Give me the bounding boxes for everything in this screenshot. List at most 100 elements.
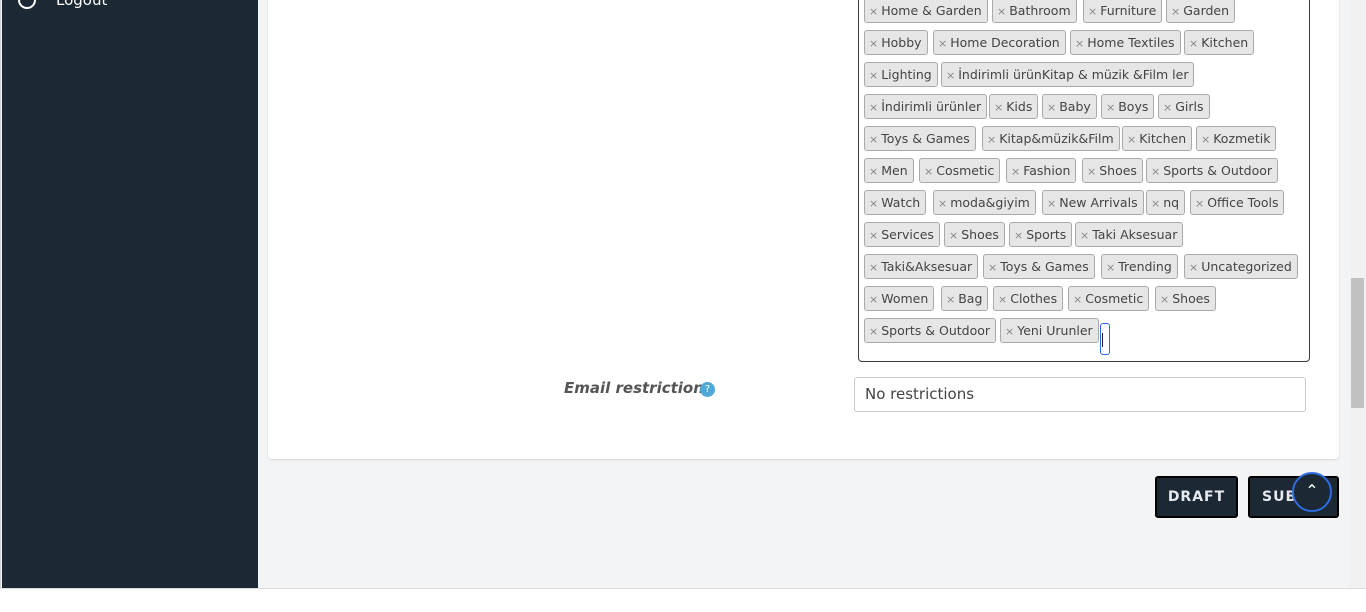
remove-tag-icon[interactable]: × <box>994 101 1003 114</box>
remove-tag-icon[interactable]: × <box>1189 37 1198 50</box>
category-tag[interactable]: × Clothes <box>993 286 1064 311</box>
help-icon[interactable]: ? <box>700 382 715 397</box>
remove-tag-icon[interactable]: × <box>869 325 878 338</box>
category-tag[interactable]: × Home Textiles <box>1070 30 1181 55</box>
category-tag-label: Office Tools <box>1207 195 1279 210</box>
category-tag-label: Shoes <box>1172 291 1210 306</box>
remove-tag-icon[interactable]: × <box>997 5 1006 18</box>
category-tag[interactable]: × Kitchen <box>1184 30 1255 55</box>
category-tag[interactable]: × Lighting <box>864 62 938 87</box>
remove-tag-icon[interactable]: × <box>869 165 878 178</box>
draft-button[interactable]: DRAFT <box>1155 476 1238 518</box>
remove-tag-icon[interactable]: × <box>869 5 878 18</box>
scroll-to-top-button[interactable]: ⌃ <box>1292 472 1332 512</box>
category-tag[interactable]: × Garden <box>1166 0 1236 23</box>
remove-tag-icon[interactable]: × <box>938 37 947 50</box>
category-tag[interactable]: × Watch <box>864 190 927 215</box>
remove-tag-icon[interactable]: × <box>869 197 878 210</box>
remove-tag-icon[interactable]: × <box>987 133 996 146</box>
category-tag[interactable]: × Women <box>864 286 935 311</box>
remove-tag-icon[interactable]: × <box>1005 325 1014 338</box>
remove-tag-icon[interactable]: × <box>1189 261 1198 274</box>
category-tag[interactable]: × Shoes <box>1082 158 1143 183</box>
category-tag[interactable]: × İndirimli ürünKitap & müzik &Film ler <box>941 62 1195 87</box>
category-tag[interactable]: × Girls <box>1158 94 1210 119</box>
category-tag[interactable]: × Taki Aksesuar <box>1075 222 1184 247</box>
category-tag[interactable]: × Home & Garden <box>864 0 988 23</box>
category-tag[interactable]: × Shoes <box>944 222 1005 247</box>
remove-tag-icon[interactable]: × <box>1087 165 1096 178</box>
remove-tag-icon[interactable]: × <box>1151 197 1160 210</box>
category-tag[interactable]: × Sports & Outdoor <box>1146 158 1279 183</box>
sidebar-item-logout[interactable]: Logout <box>18 0 107 12</box>
category-tag[interactable]: × Baby <box>1042 94 1097 119</box>
remove-tag-icon[interactable]: × <box>1106 261 1115 274</box>
category-tag[interactable]: × New Arrivals <box>1042 190 1144 215</box>
category-tag[interactable]: × Uncategorized <box>1184 254 1298 279</box>
category-tag[interactable]: × Furniture <box>1083 0 1163 23</box>
category-tag[interactable]: × Trending <box>1101 254 1178 279</box>
category-tag[interactable]: × İndirimli ürünler <box>864 94 988 119</box>
category-tag-label: Kids <box>1006 99 1033 114</box>
remove-tag-icon[interactable]: × <box>998 293 1007 306</box>
category-tag[interactable]: × Shoes <box>1155 286 1216 311</box>
remove-tag-icon[interactable]: × <box>1160 293 1169 306</box>
category-tag[interactable]: × Cosmetic <box>919 158 1001 183</box>
category-tag[interactable]: × Yeni Urunler <box>1000 318 1099 343</box>
remove-tag-icon[interactable]: × <box>1075 37 1084 50</box>
remove-tag-icon[interactable]: × <box>869 101 878 114</box>
category-tag[interactable]: × Cosmetic <box>1068 286 1150 311</box>
remove-tag-icon[interactable]: × <box>869 293 878 306</box>
remove-tag-icon[interactable]: × <box>1127 133 1136 146</box>
remove-tag-icon[interactable]: × <box>1151 165 1160 178</box>
category-tag[interactable]: × Hobby <box>864 30 928 55</box>
remove-tag-icon[interactable]: × <box>1195 197 1204 210</box>
category-tag[interactable]: × Sports & Outdoor <box>864 318 997 343</box>
category-tag[interactable]: × Kitchen <box>1122 126 1193 151</box>
remove-tag-icon[interactable]: × <box>869 69 878 82</box>
category-tag[interactable]: × Boys <box>1101 94 1155 119</box>
category-tag-label: Bag <box>958 291 983 306</box>
remove-tag-icon[interactable]: × <box>1047 197 1056 210</box>
category-tag-label: Trending <box>1118 259 1172 274</box>
category-tag[interactable]: × Fashion <box>1006 158 1077 183</box>
remove-tag-icon[interactable]: × <box>946 293 955 306</box>
category-tag[interactable]: × Sports <box>1009 222 1073 247</box>
remove-tag-icon[interactable]: × <box>938 197 947 210</box>
email-restrictions-field[interactable]: No restrictions <box>854 377 1306 412</box>
tag-search-input[interactable] <box>1100 323 1110 355</box>
remove-tag-icon[interactable]: × <box>988 261 997 274</box>
remove-tag-icon[interactable]: × <box>949 229 958 242</box>
scrollbar-thumb[interactable] <box>1351 278 1364 408</box>
category-tag[interactable]: × Men <box>864 158 914 183</box>
remove-tag-icon[interactable]: × <box>869 229 878 242</box>
remove-tag-icon[interactable]: × <box>1014 229 1023 242</box>
category-tag[interactable]: × Taki&Aksesuar <box>864 254 979 279</box>
remove-tag-icon[interactable]: × <box>1073 293 1082 306</box>
category-tag[interactable]: × Toys & Games <box>864 126 976 151</box>
category-tag[interactable]: × nq <box>1146 190 1186 215</box>
category-tag[interactable]: × Bag <box>941 286 989 311</box>
remove-tag-icon[interactable]: × <box>869 37 878 50</box>
remove-tag-icon[interactable]: × <box>1080 229 1089 242</box>
remove-tag-icon[interactable]: × <box>1011 165 1020 178</box>
category-tag[interactable]: × moda&giyim <box>933 190 1036 215</box>
category-tag[interactable]: × Home Decoration <box>933 30 1066 55</box>
category-tag[interactable]: × Kitap&müzik&Film <box>982 126 1120 151</box>
remove-tag-icon[interactable]: × <box>1171 5 1180 18</box>
remove-tag-icon[interactable]: × <box>924 165 933 178</box>
remove-tag-icon[interactable]: × <box>1201 133 1210 146</box>
remove-tag-icon[interactable]: × <box>946 69 955 82</box>
remove-tag-icon[interactable]: × <box>869 261 878 274</box>
remove-tag-icon[interactable]: × <box>1106 101 1115 114</box>
category-tag[interactable]: × Office Tools <box>1190 190 1285 215</box>
category-tag[interactable]: × Toys & Games <box>983 254 1095 279</box>
remove-tag-icon[interactable]: × <box>869 133 878 146</box>
remove-tag-icon[interactable]: × <box>1088 5 1097 18</box>
remove-tag-icon[interactable]: × <box>1163 101 1172 114</box>
category-tag[interactable]: × Kozmetik <box>1196 126 1277 151</box>
remove-tag-icon[interactable]: × <box>1047 101 1056 114</box>
category-tag[interactable]: × Bathroom <box>992 0 1077 23</box>
category-tag[interactable]: × Services <box>864 222 940 247</box>
category-tag[interactable]: × Kids <box>989 94 1039 119</box>
